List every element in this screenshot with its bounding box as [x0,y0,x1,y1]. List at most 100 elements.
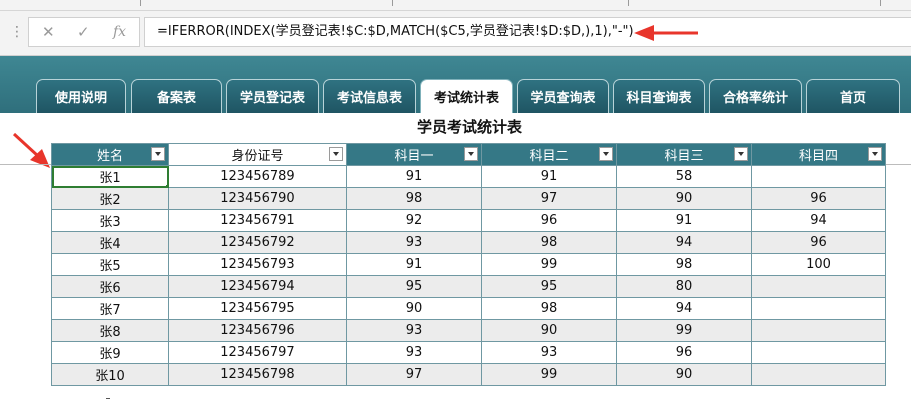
cell-subject-4[interactable]: 96 [751,187,886,210]
check-icon[interactable]: ✓ [77,22,90,42]
exam-stats-table: 姓名 身份证号 科目一 科目二 科目三 科目四 张1 123456789 91 91 5… [51,143,886,386]
cell-id[interactable]: 123456798 [168,363,347,386]
cell-name[interactable]: 张2 [51,187,169,210]
table-header-row: 姓名 身份证号 科目一 科目二 科目三 科目四 [51,143,886,166]
tab-home[interactable]: 首页 [806,79,900,113]
tab-subject-query[interactable]: 科目查询表 [613,79,705,113]
cell-subject-3[interactable]: 80 [616,275,752,298]
header-subject-2: 科目二 [481,143,617,166]
cell-id[interactable]: 123456797 [168,341,347,364]
cell-subject-2[interactable]: 96 [481,209,617,232]
cell-subject-2[interactable]: 95 [481,275,617,298]
table-row: 张3 123456791 92 96 91 94 [51,209,886,232]
cell-subject-2[interactable]: 99 [481,363,617,386]
table-row: 张4 123456792 93 98 94 96 [51,231,886,254]
table-row: 张5 123456793 91 99 98 100 [51,253,886,276]
cell-id[interactable]: 123456795 [168,297,347,320]
cell-subject-3[interactable]: 94 [616,297,752,320]
cell-id[interactable]: 123456796 [168,319,347,342]
cell-subject-4[interactable] [751,275,886,298]
cell-id[interactable]: 123456792 [168,231,347,254]
tab-filing[interactable]: 备案表 [131,79,222,113]
tab-instructions[interactable]: 使用说明 [36,79,126,113]
cell-name[interactable]: 张10 [51,363,169,386]
formula-text: =IFERROR(INDEX(学员登记表!$C:$D,MATCH($C5,学员登… [157,24,634,39]
cell-subject-3[interactable]: 58 [616,165,752,188]
cell-subject-1[interactable]: 91 [346,165,482,188]
cell-subject-2[interactable]: 93 [481,341,617,364]
fx-icon[interactable]: fx [113,22,126,42]
page-title: 学员考试统计表 [416,118,522,136]
filter-dropdown-icon[interactable] [151,147,165,161]
cell-name[interactable]: 张8 [51,319,169,342]
formula-tools: ✕ ✓ fx [28,17,140,47]
cell-id[interactable]: 123456790 [168,187,347,210]
cell-subject-1[interactable]: 93 [346,231,482,254]
header-subject-4: 科目四 [751,143,886,166]
cell-subject-4[interactable]: 100 [751,253,886,276]
cell-subject-3[interactable]: 94 [616,231,752,254]
cell-name[interactable]: 张1 [51,165,169,188]
table-row: 张6 123456794 95 95 80 [51,275,886,298]
cell-subject-1[interactable]: 98 [346,187,482,210]
header-label: 科目四 [798,149,838,164]
cell-subject-4[interactable]: 96 [751,231,886,254]
header-label: 科目一 [394,149,434,164]
cell-subject-3[interactable]: 98 [616,253,752,276]
cell-id[interactable]: 123456789 [168,165,347,188]
cell-name[interactable]: 张5 [51,253,169,276]
cell-subject-4[interactable] [751,363,886,386]
formula-bar: ⋮ ✕ ✓ fx =IFERROR(INDEX(学员登记表!$C:$D,MATC… [0,11,911,56]
cell-subject-1[interactable]: 97 [346,363,482,386]
cell-subject-4[interactable] [751,319,886,342]
table-row: 张1 123456789 91 91 58 [51,165,886,188]
cell-name[interactable]: 张4 [51,231,169,254]
x-icon[interactable]: ✕ [42,22,55,42]
tab-exam-stats[interactable]: 考试统计表 [420,79,513,113]
tab-registration[interactable]: 学员登记表 [226,79,319,113]
cell-subject-2[interactable]: 90 [481,319,617,342]
cell-subject-2[interactable]: 99 [481,253,617,276]
cell-subject-2[interactable]: 97 [481,187,617,210]
cell-subject-1[interactable]: 90 [346,297,482,320]
filter-dropdown-icon[interactable] [734,147,748,161]
cell-id[interactable]: 123456791 [168,209,347,232]
cell-subject-1[interactable]: 91 [346,253,482,276]
cell-subject-1[interactable]: 93 [346,319,482,342]
formula-input[interactable]: =IFERROR(INDEX(学员登记表!$C:$D,MATCH($C5,学员登… [144,17,911,47]
filter-dropdown-icon[interactable] [599,147,613,161]
tab-pass-rate[interactable]: 合格率统计 [709,79,802,113]
cell-subject-4[interactable]: 94 [751,209,886,232]
cell-id[interactable]: 123456793 [168,253,347,276]
cell-subject-1[interactable]: 92 [346,209,482,232]
cell-name[interactable]: 张3 [51,209,169,232]
cell-subject-3[interactable]: 91 [616,209,752,232]
cell-subject-4[interactable] [751,297,886,320]
cell-subject-3[interactable]: 90 [616,363,752,386]
cell-subject-3[interactable]: 90 [616,187,752,210]
sheet-nav: 使用说明 备案表 学员登记表 考试信息表 考试统计表 学员查询表 科目查询表 合… [0,56,911,113]
table-row: 张8 123456796 93 90 99 [51,319,886,342]
header-id: 身份证号 [168,143,347,166]
table-row: 张9 123456797 93 93 96 [51,341,886,364]
cell-subject-3[interactable]: 96 [616,341,752,364]
cell-subject-2[interactable]: 91 [481,165,617,188]
filter-dropdown-icon[interactable] [868,147,882,161]
tab-exam-info[interactable]: 考试信息表 [323,79,416,113]
cell-name[interactable]: 张7 [51,297,169,320]
cell-subject-2[interactable]: 98 [481,297,617,320]
cell-subject-4[interactable] [751,165,886,188]
cell-subject-1[interactable]: 95 [346,275,482,298]
cell-id[interactable]: 123456794 [168,275,347,298]
filter-dropdown-icon[interactable] [464,147,478,161]
cell-subject-2[interactable]: 98 [481,231,617,254]
filter-dropdown-icon[interactable] [329,147,343,161]
cell-subject-1[interactable]: 93 [346,341,482,364]
cell-subject-3[interactable]: 99 [616,319,752,342]
header-subject-3: 科目三 [616,143,752,166]
cell-name[interactable]: 张6 [51,275,169,298]
cell-subject-4[interactable] [751,341,886,364]
cell-name[interactable]: 张9 [51,341,169,364]
tab-student-query[interactable]: 学员查询表 [517,79,609,113]
header-subject-1: 科目一 [346,143,482,166]
